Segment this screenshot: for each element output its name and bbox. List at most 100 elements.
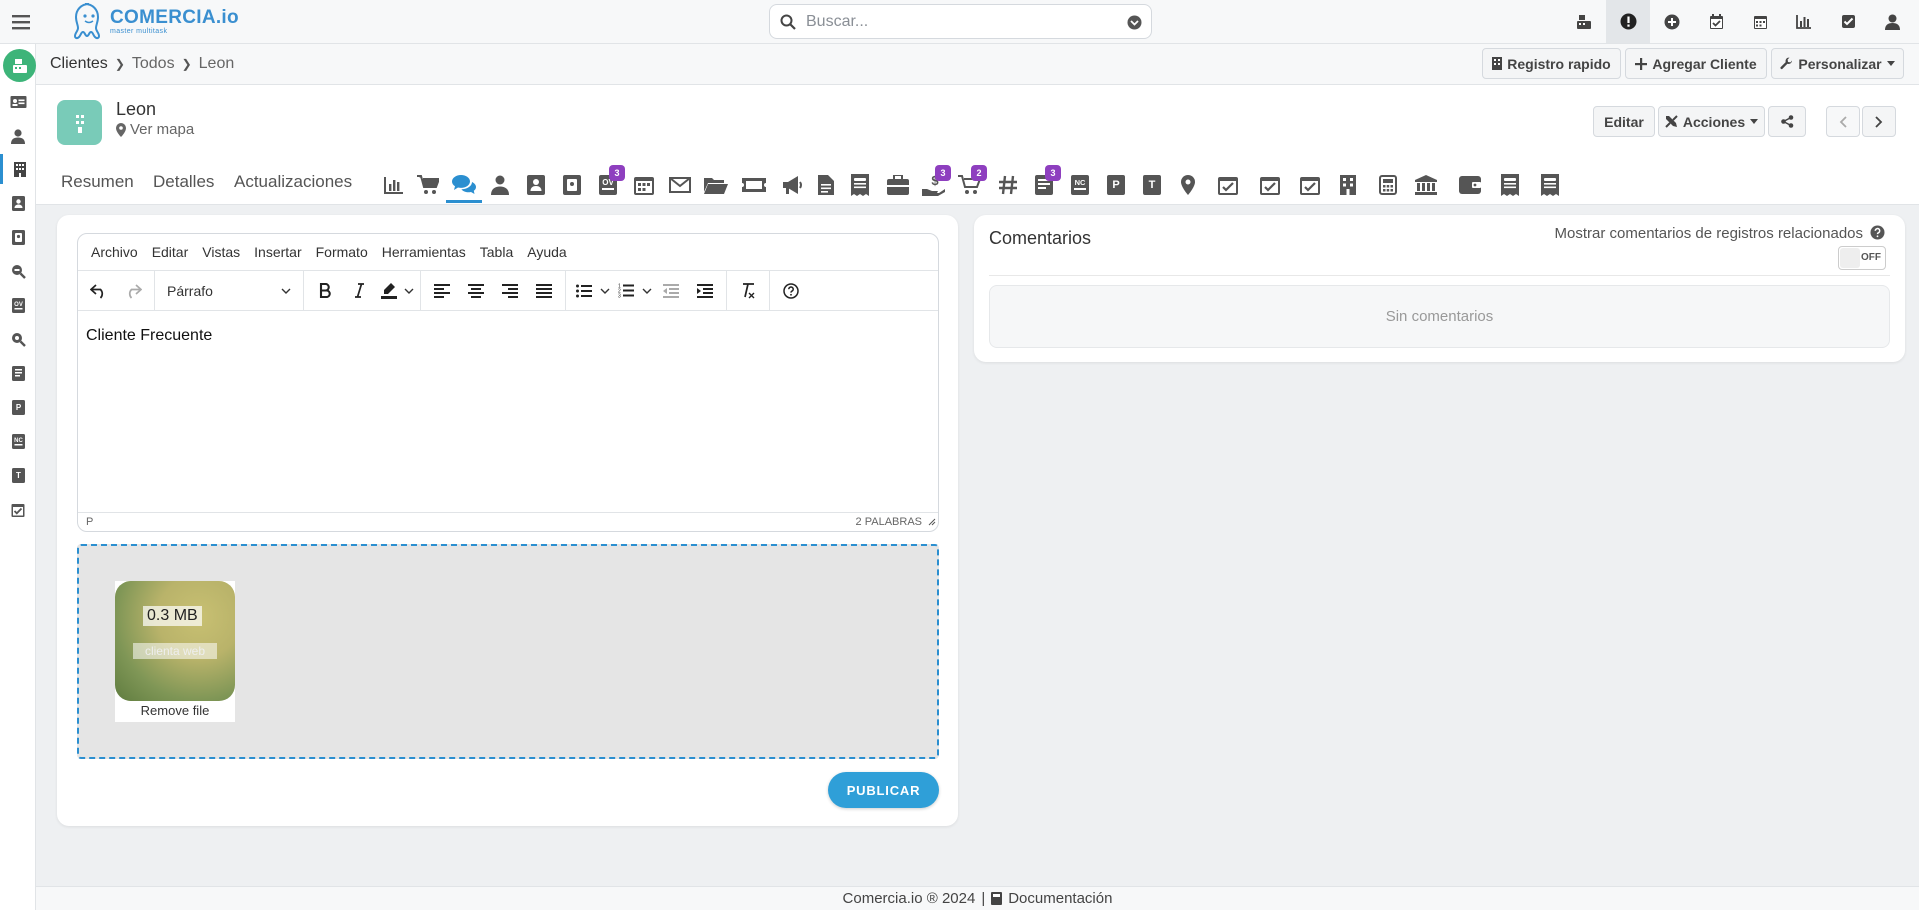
tab-details[interactable]: Detalles <box>153 172 214 192</box>
sidebar-p-document-icon[interactable]: P <box>0 392 36 422</box>
menu-tabla[interactable]: Tabla <box>473 241 520 263</box>
bold-icon[interactable] <box>308 276 342 306</box>
tab-calendar-check-icon[interactable] <box>1252 167 1288 203</box>
tab-invoices-icon[interactable]: 3 <box>1026 165 1062 203</box>
tab-document-icon[interactable] <box>808 167 844 203</box>
tab-email-icon[interactable] <box>662 167 698 203</box>
tab-receipt-icon[interactable] <box>842 167 878 203</box>
search-options-icon[interactable] <box>1127 15 1142 30</box>
element-path[interactable]: P <box>86 516 93 528</box>
tab-credit-note-icon[interactable]: NC <box>1062 167 1098 203</box>
sidebar-calendar-check-icon[interactable] <box>0 494 36 524</box>
tab-updates[interactable]: Actualizaciones <box>234 172 352 192</box>
tab-cart-icon[interactable] <box>410 167 446 203</box>
tab-wallet-icon[interactable] <box>1452 167 1488 203</box>
tab-receipt-list-icon[interactable] <box>1492 167 1528 203</box>
tab-p-document-icon[interactable]: P <box>1098 167 1134 203</box>
bullet-list-icon[interactable] <box>570 276 598 306</box>
clear-formatting-icon[interactable] <box>731 276 765 306</box>
logo[interactable]: COMERCIA.io master multitask <box>72 1 239 41</box>
tab-calendar-check-icon[interactable] <box>1210 167 1246 203</box>
quick-record-button[interactable]: Registro rapido <box>1482 48 1621 79</box>
tab-building-icon[interactable] <box>1330 167 1366 203</box>
tab-briefcase-icon[interactable] <box>880 167 916 203</box>
tab-hashtag-icon[interactable] <box>990 167 1026 203</box>
calendar-check-icon[interactable] <box>1694 0 1738 43</box>
tab-contact-card-icon[interactable] <box>518 167 554 203</box>
redo-icon[interactable] <box>116 276 150 306</box>
sidebar-nc-document-icon[interactable]: NC <box>0 426 36 456</box>
tab-chart-icon[interactable] <box>376 167 412 203</box>
tab-quotes-icon[interactable]: OV 3 <box>590 165 626 203</box>
align-right-icon[interactable] <box>493 276 527 306</box>
highlight-color-dropdown-icon[interactable] <box>402 276 416 306</box>
resize-handle-icon[interactable] <box>928 518 936 526</box>
plus-circle-icon[interactable] <box>1650 0 1694 43</box>
menu-insertar[interactable]: Insertar <box>247 241 308 263</box>
tab-map-marker-icon[interactable] <box>1170 167 1206 203</box>
publish-button[interactable]: PUBLICAR <box>828 772 939 808</box>
tab-calendar-icon[interactable] <box>626 167 662 203</box>
menu-vistas[interactable]: Vistas <box>195 241 247 263</box>
help-icon[interactable] <box>774 276 808 306</box>
indent-icon[interactable] <box>688 276 722 306</box>
align-left-icon[interactable] <box>425 276 459 306</box>
tab-summary[interactable]: Resumen <box>61 172 134 192</box>
tab-comments-icon[interactable] <box>446 167 482 203</box>
tab-user-icon[interactable] <box>482 167 518 203</box>
remove-file-link[interactable]: Remove file <box>115 703 235 718</box>
numbered-list-dropdown-icon[interactable] <box>640 276 654 306</box>
sidebar-contact-card-icon[interactable] <box>0 188 36 218</box>
menu-herramientas[interactable]: Herramientas <box>375 241 473 263</box>
tab-bank-icon[interactable] <box>1408 167 1444 203</box>
bullet-list-dropdown-icon[interactable] <box>598 276 612 306</box>
sidebar-user-icon[interactable] <box>0 121 36 151</box>
word-count[interactable]: 2 PALABRAS <box>856 516 922 528</box>
cash-register-icon[interactable] <box>1562 0 1606 43</box>
tab-megaphone-icon[interactable] <box>774 167 810 203</box>
numbered-list-icon[interactable]: 123 <box>612 276 640 306</box>
breadcrumb-clientes[interactable]: Clientes <box>50 55 108 73</box>
bar-chart-icon[interactable] <box>1782 0 1826 43</box>
tab-address-book-icon[interactable] <box>554 167 590 203</box>
calendar-icon[interactable] <box>1738 0 1782 43</box>
highlight-color-icon[interactable] <box>376 276 402 306</box>
sidebar-t-document-icon[interactable]: T <box>0 460 36 490</box>
sidebar-address-book-icon[interactable] <box>0 222 36 252</box>
sidebar-search-icon[interactable] <box>0 324 36 354</box>
file-dropzone[interactable]: 0.3 MB clienta web Remove file <box>77 544 939 759</box>
tab-payments-icon[interactable]: $3 <box>916 165 952 203</box>
tab-calendar-check-icon[interactable] <box>1292 167 1328 203</box>
sidebar-building-icon[interactable] <box>0 154 36 184</box>
user-icon[interactable] <box>1870 0 1914 43</box>
undo-icon[interactable] <box>82 276 116 306</box>
view-map-link[interactable]: Ver mapa <box>116 121 194 138</box>
tab-folder-icon[interactable] <box>698 167 734 203</box>
customize-button[interactable]: Personalizar <box>1771 48 1904 79</box>
actions-button[interactable]: Acciones <box>1658 106 1765 137</box>
menu-ayuda[interactable]: Ayuda <box>520 241 573 263</box>
previous-record-button[interactable] <box>1826 106 1860 137</box>
tab-calculator-icon[interactable] <box>1370 167 1406 203</box>
add-client-button[interactable]: Agregar Cliente <box>1625 48 1767 79</box>
checkbox-icon[interactable] <box>1826 0 1870 43</box>
outdent-icon[interactable] <box>654 276 688 306</box>
block-format-select[interactable]: Párrafo <box>159 276 299 306</box>
menu-formato[interactable]: Formato <box>309 241 375 263</box>
related-comments-toggle[interactable]: OFF <box>1838 246 1886 270</box>
tab-receipt-list-icon[interactable] <box>1532 167 1568 203</box>
next-record-button[interactable] <box>1862 106 1896 137</box>
pos-home-icon[interactable] <box>3 49 36 82</box>
edit-button[interactable]: Editar <box>1593 106 1655 137</box>
alert-icon[interactable] <box>1606 0 1650 43</box>
menu-editar[interactable]: Editar <box>145 241 196 263</box>
menu-icon[interactable] <box>10 11 32 33</box>
align-justify-icon[interactable] <box>527 276 561 306</box>
align-center-icon[interactable] <box>459 276 493 306</box>
tab-t-document-icon[interactable]: T <box>1134 167 1170 203</box>
tab-ticket-icon[interactable] <box>736 167 772 203</box>
tab-cart-return-icon[interactable]: 2 <box>952 165 988 203</box>
sidebar-ov-document-icon[interactable]: OV <box>0 290 36 320</box>
sidebar-invoice-icon[interactable] <box>0 358 36 388</box>
italic-icon[interactable] <box>342 276 376 306</box>
